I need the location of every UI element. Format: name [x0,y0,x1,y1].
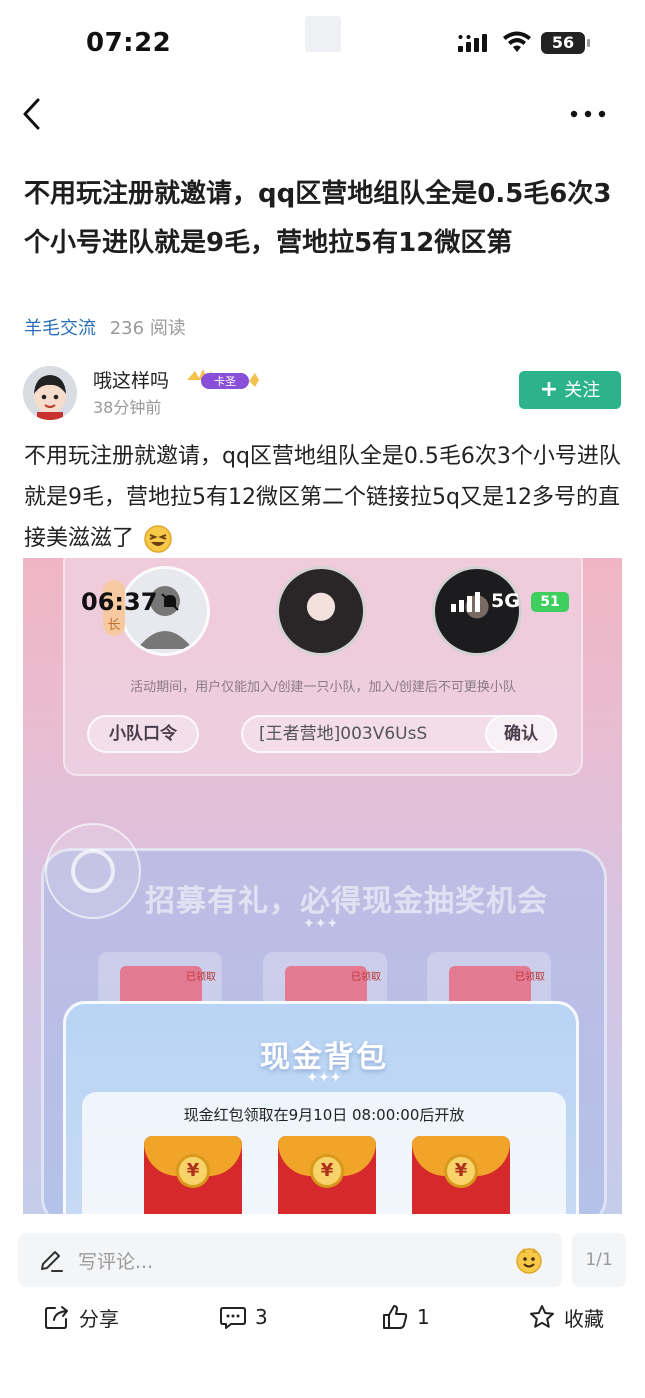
divider-dots: ✦✦✦ [303,916,339,932]
recruit-title: 招募有礼，必得现金抽奖机会 [145,884,548,919]
status-bar: 07:22 56 [0,0,645,88]
team-member-avatar [276,566,366,656]
comment-count: 3 [255,1305,268,1329]
comment-icon [220,1307,246,1329]
status-time: 07:22 [86,28,172,58]
favorite-button[interactable]: 收藏 [528,1300,604,1334]
divider-dots: ✦✦✦ [306,1070,342,1086]
crown-badge-icon: 卡圣 [187,369,259,389]
avatar[interactable] [23,366,77,420]
red-envelope-icon: ¥ [144,1136,242,1214]
cash-bag-modal: 现金背包 ✦✦✦ 现金红包领取在9月10日 08:00:00后开放 ¥ ¥ ¥ [63,1001,579,1214]
post-body: 不用玩注册就邀请，qq区营地组队全是0.5毛6次3个小号进队就是9毛，营地拉5有… [24,436,624,559]
pen-icon [41,1251,63,1272]
shot-battery: 51 [531,592,569,612]
comments-button[interactable]: 3 [219,1300,268,1334]
share-icon [45,1306,68,1329]
shot-status-time: 06:37 [81,588,158,616]
mute-bell-icon [161,593,179,611]
cellular-signal-icon [458,34,487,52]
battery-icon: 56 [541,32,590,54]
badge-label: 卡圣 [214,375,236,388]
comment-input[interactable]: 写评论... [18,1233,562,1287]
plus-icon: + [539,377,559,402]
follow-label: 关注 [564,380,601,401]
back-icon[interactable] [18,96,48,132]
post-time: 38分钟前 [93,398,162,417]
avatar-illustration [23,366,77,420]
activity-note: 活动期间，用户仅能加入/创建一只小队，加入/创建后不可更换小队 [130,680,516,695]
red-envelope-icon: ¥ [278,1136,376,1214]
like-button[interactable]: 1 [381,1300,430,1334]
category-link[interactable]: 羊毛交流 [24,318,96,339]
post-image[interactable]: 长 06:37 5G 51 活动期间，用户仅能加入/创建一只小队，加入/创建后不… [23,558,622,1214]
follow-button[interactable]: + 关注 [519,371,621,409]
like-count: 1 [417,1305,430,1329]
grin-emoji-icon [144,525,172,553]
author-name[interactable]: 哦这样吗 [93,366,169,393]
modal-note: 现金红包领取在9月10日 08:00:00后开放 [183,1106,465,1124]
team-code-label: 小队口令 [87,715,199,753]
comment-placeholder: 写评论... [78,1251,154,1273]
emoji-icon[interactable] [514,1245,544,1275]
shot-network: 5G [491,590,520,612]
share-button[interactable]: 分享 [43,1300,119,1334]
read-count: 236 阅读 [109,318,186,339]
favorite-label: 收藏 [564,1306,604,1331]
page-counter[interactable]: 1/1 [572,1233,626,1287]
status-indicator [305,16,341,52]
post-title: 不用玩注册就邀请，qq区营地组队全是0.5毛6次3个小号进队就是9毛，营地拉5有… [24,179,612,258]
post-meta: 羊毛交流 236 阅读 [24,316,186,342]
confirm-button: 确认 [485,715,557,753]
star-icon [530,1305,554,1328]
more-icon[interactable] [566,102,610,126]
wifi-icon [503,31,531,52]
red-envelope-icon: ¥ [412,1136,510,1214]
thumbs-up-icon [383,1305,408,1329]
shot-signal-icon [451,592,480,612]
share-label: 分享 [79,1306,119,1331]
modal-content: 现金红包领取在9月10日 08:00:00后开放 ¥ ¥ ¥ [82,1092,566,1214]
post-body-text: 不用玩注册就邀请，qq区营地组队全是0.5毛6次3个小号进队就是9毛，营地拉5有… [24,444,621,551]
emblem-icon [45,823,141,919]
